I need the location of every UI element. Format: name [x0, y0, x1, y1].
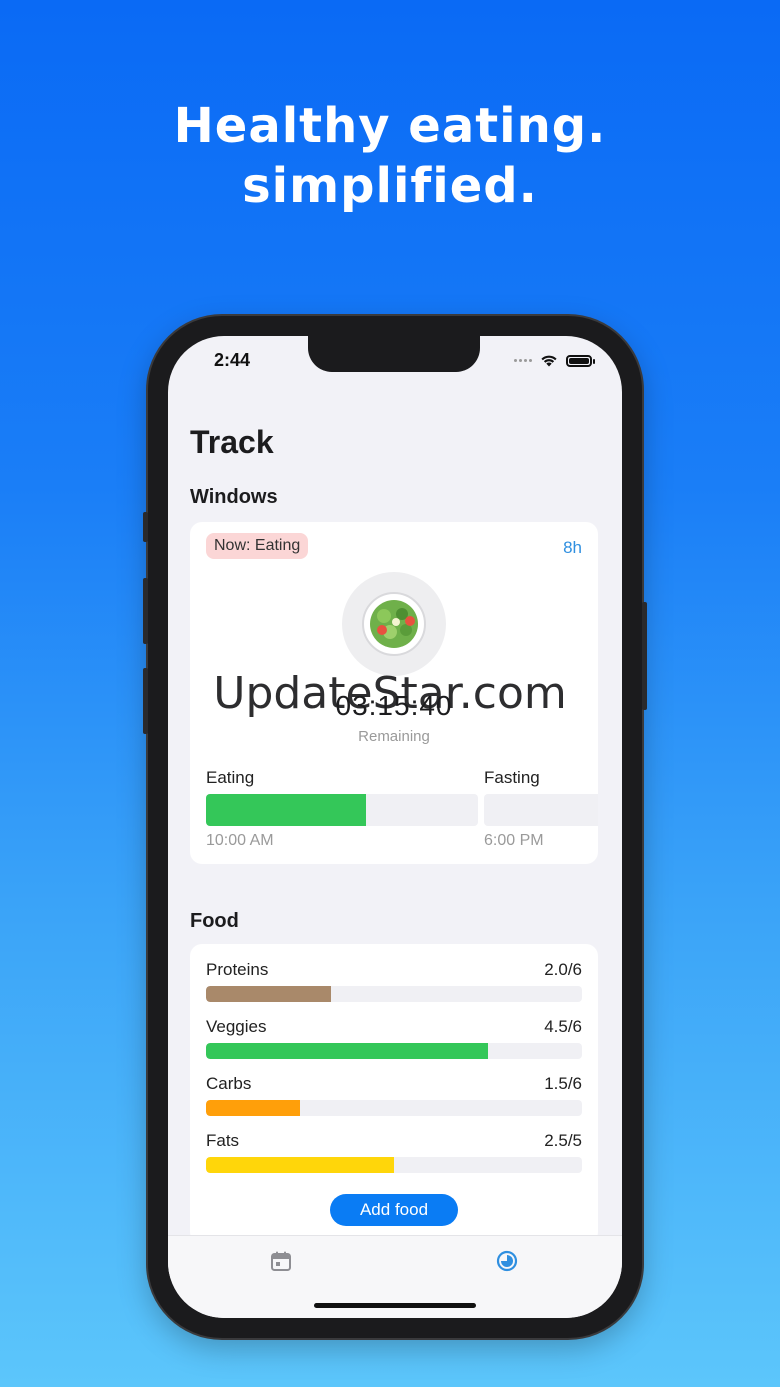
fasting-start-time: 6:00 PM — [484, 832, 544, 849]
eating-label: Eating — [206, 768, 255, 787]
food-value: 2.0/6 — [544, 960, 582, 979]
eating-start-time: 10:00 AM — [206, 832, 274, 849]
wifi-icon — [540, 354, 558, 367]
food-value: 1.5/6 — [544, 1074, 582, 1093]
headline-line-2: simplified. — [242, 158, 538, 214]
food-card: Proteins 2.0/6 Veggies 4.5/6 Carbs 1.5/6 Fats 2… — [190, 944, 598, 1244]
food-name: Fats — [206, 1131, 240, 1150]
food-name: Veggies — [206, 1017, 267, 1036]
food-progress-fill — [206, 986, 332, 1002]
eating-bar[interactable] — [206, 794, 478, 826]
status-badge: Now: Eating — [206, 533, 309, 559]
food-progress-bar — [206, 1157, 582, 1173]
status-time: 2:44 — [214, 350, 251, 370]
phone-frame: 2:44 Track Windows Now: Eating 8h 03:15:… — [143, 316, 647, 1338]
add-food-button[interactable]: Add food — [330, 1194, 458, 1226]
windows-section-title: Windows — [190, 486, 278, 508]
food-name: Carbs — [206, 1074, 252, 1093]
signal-icon — [514, 359, 532, 362]
notch — [308, 336, 480, 372]
mute-switch — [143, 512, 148, 542]
food-value: 4.5/6 — [544, 1017, 582, 1036]
food-progress-fill — [206, 1100, 300, 1116]
headline: Healthy eating. simplified. — [0, 96, 780, 216]
food-name: Proteins — [206, 960, 269, 979]
window-duration[interactable]: 8h — [563, 538, 582, 558]
food-progress-bar — [206, 986, 582, 1002]
salad-plate-icon — [342, 572, 446, 676]
tab-bar — [168, 1235, 622, 1318]
tab-timer[interactable] — [496, 1250, 518, 1277]
home-indicator[interactable] — [314, 1303, 476, 1308]
fasting-label: Fasting — [484, 768, 540, 787]
food-progress-fill — [206, 1043, 488, 1059]
headline-line-1: Healthy eating. — [173, 98, 607, 154]
app-screen: 2:44 Track Windows Now: Eating 8h 03:15:… — [168, 336, 622, 1318]
clock-icon — [496, 1250, 518, 1272]
battery-icon — [566, 354, 595, 367]
food-progress-bar — [206, 1100, 582, 1116]
eating-bar-fill — [206, 794, 367, 826]
food-progress-fill — [206, 1157, 394, 1173]
status-icons — [514, 354, 595, 367]
food-progress-bar — [206, 1043, 582, 1059]
timer-caption: Remaining — [358, 728, 430, 745]
fasting-bar[interactable] — [484, 794, 598, 826]
watermark: UpdateStar.com — [213, 668, 567, 719]
calendar-icon — [271, 1251, 291, 1271]
page-title: Track — [190, 424, 274, 460]
tab-calendar[interactable] — [270, 1250, 292, 1277]
food-value: 2.5/5 — [544, 1131, 582, 1150]
volume-up-button — [143, 578, 148, 644]
food-section-title: Food — [190, 910, 239, 932]
